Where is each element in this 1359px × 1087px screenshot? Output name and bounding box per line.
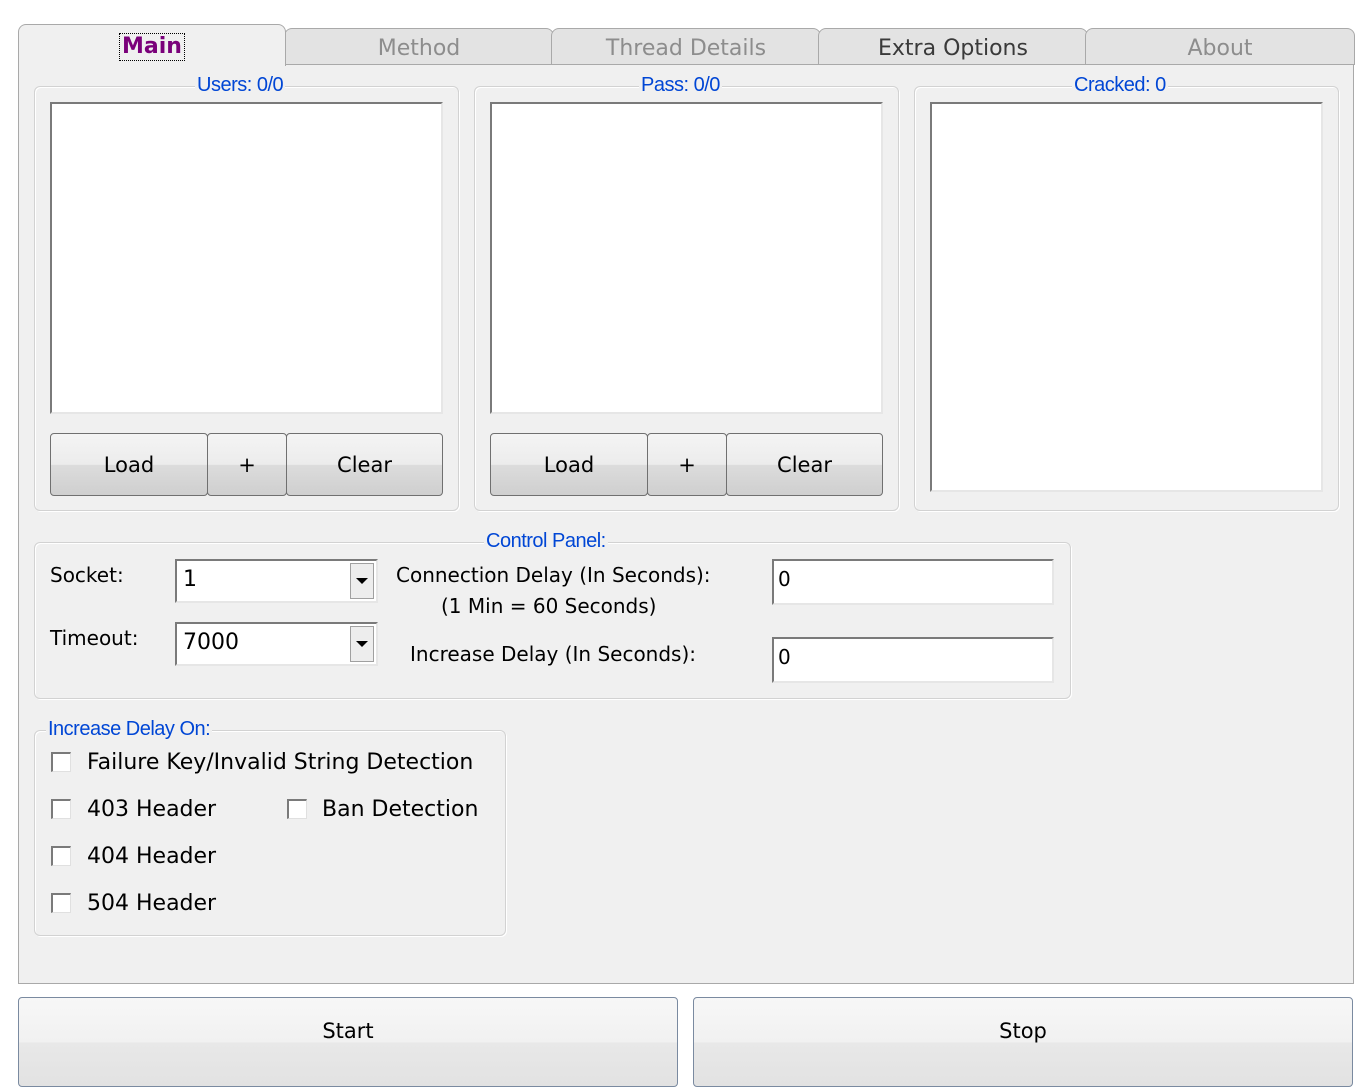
- cracked-listbox[interactable]: [930, 102, 1323, 492]
- pass-legend: Pass: 0/0: [639, 74, 722, 97]
- socket-label: Socket:: [50, 563, 124, 587]
- cracked-legend: Cracked: 0: [1072, 74, 1168, 97]
- tab-method-label: Method: [377, 36, 461, 61]
- timeout-label: Timeout:: [50, 626, 139, 650]
- header-403-label: 403 Header: [87, 797, 217, 822]
- failure-key-label: Failure Key/Invalid String Detection: [87, 750, 474, 775]
- header-404-checkbox[interactable]: [51, 846, 71, 866]
- users-legend: Users: 0/0: [195, 74, 286, 97]
- connection-delay-label: Connection Delay (In Seconds):: [396, 563, 711, 587]
- users-load-button[interactable]: Load: [50, 433, 208, 496]
- tab-about-label: About: [1187, 36, 1253, 61]
- connection-delay-hint: (1 Min = 60 Seconds): [441, 594, 657, 618]
- tab-extra-options[interactable]: Extra Options: [818, 28, 1088, 65]
- pass-listbox[interactable]: [490, 102, 883, 414]
- header-404-label: 404 Header: [87, 844, 217, 869]
- increase-delay-label: Increase Delay (In Seconds):: [410, 642, 697, 666]
- tab-main-label: Main: [119, 33, 185, 61]
- tab-thread-details[interactable]: Thread Details: [551, 28, 821, 65]
- stop-button[interactable]: Stop: [693, 997, 1353, 1087]
- connection-delay-input[interactable]: 0: [772, 559, 1054, 605]
- pass-clear-button[interactable]: Clear: [726, 433, 883, 496]
- control-panel-legend: Control Panel:: [484, 530, 608, 553]
- header-504-label: 504 Header: [87, 891, 217, 916]
- tab-about[interactable]: About: [1085, 28, 1355, 65]
- header-504-checkbox[interactable]: [51, 893, 71, 913]
- ban-detection-checkbox[interactable]: [287, 799, 307, 819]
- timeout-select-value: 7000: [183, 630, 239, 655]
- timeout-dropdown-arrow-icon[interactable]: [350, 626, 374, 662]
- socket-dropdown-arrow-icon[interactable]: [350, 563, 374, 599]
- tab-method[interactable]: Method: [284, 28, 554, 65]
- increase-delay-input[interactable]: 0: [772, 637, 1054, 683]
- users-add-button[interactable]: +: [207, 433, 287, 496]
- users-listbox[interactable]: [50, 102, 443, 414]
- timeout-select[interactable]: 7000: [175, 622, 378, 666]
- header-403-checkbox[interactable]: [51, 799, 71, 819]
- pass-load-button[interactable]: Load: [490, 433, 648, 496]
- failure-key-checkbox[interactable]: [51, 752, 71, 772]
- increase-delay-on-legend: Increase Delay On:: [46, 718, 213, 741]
- tab-thread-details-label: Thread Details: [605, 36, 767, 61]
- tab-main[interactable]: Main: [18, 24, 286, 66]
- pass-add-button[interactable]: +: [647, 433, 727, 496]
- users-clear-button[interactable]: Clear: [286, 433, 443, 496]
- socket-select-value: 1: [183, 567, 197, 592]
- socket-select[interactable]: 1: [175, 559, 378, 603]
- ban-detection-label: Ban Detection: [322, 797, 479, 822]
- start-button[interactable]: Start: [18, 997, 678, 1087]
- tab-extra-options-label: Extra Options: [878, 36, 1028, 61]
